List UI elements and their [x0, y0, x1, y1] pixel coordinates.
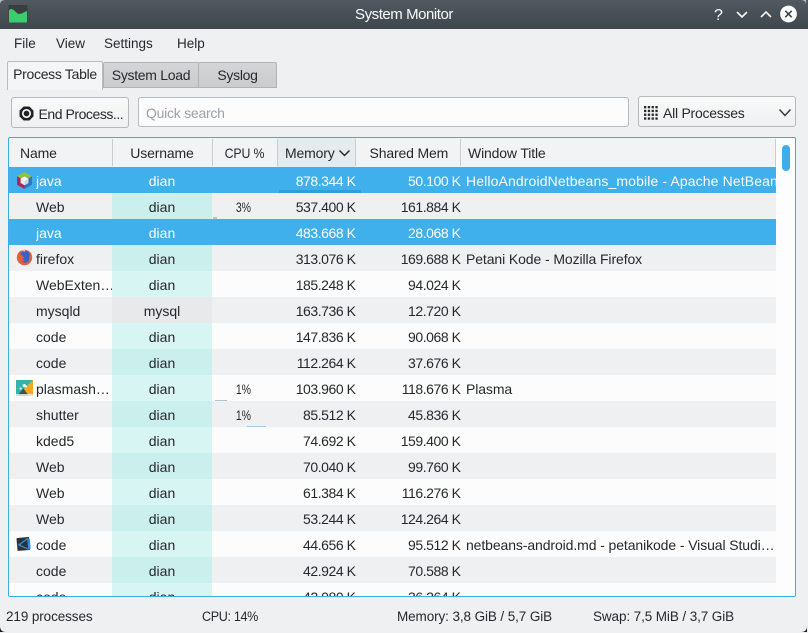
- svg-text:?: ?: [714, 7, 723, 24]
